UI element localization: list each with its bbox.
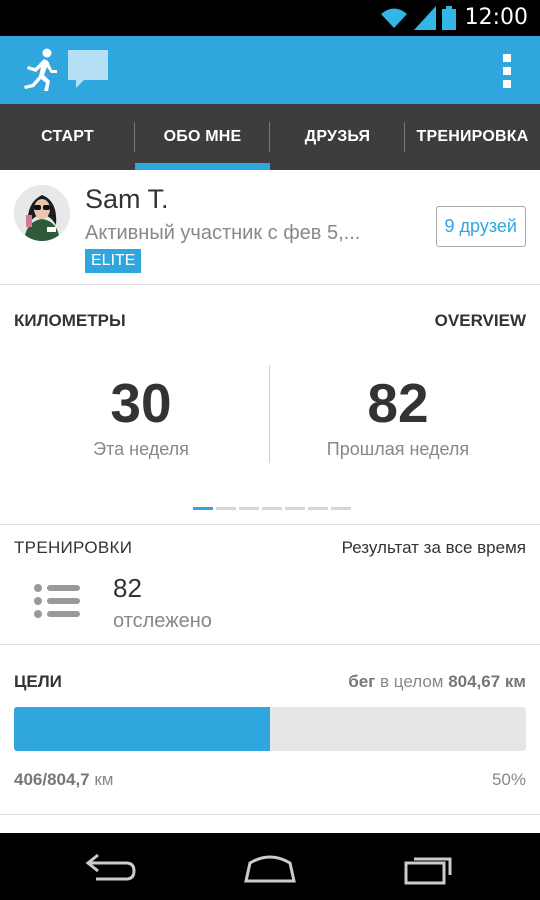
all-time-label: Результат за все время [341,538,526,557]
tab-label: ДРУЗЬЯ [304,128,371,145]
tab-bar: СТАРТ ОБО МНЕ ДРУЗЬЯ ТРЕНИРОВКА [0,104,540,170]
kilometers-section[interactable]: КИЛОМЕТРЫ OVERVIEW 30 Эта неделя 82 Прош… [0,285,540,525]
avatar-image [14,185,70,241]
elite-badge: ELITE [85,249,142,273]
last-week-value: 82 [367,372,429,434]
chat-bubble-icon[interactable] [66,48,110,92]
workouts-title: ТРЕНИРОВКИ [14,538,133,557]
signal-icon [414,6,436,30]
page-dot [331,507,351,510]
goal-summary-middle: в целом [375,672,449,691]
member-since-text: Активный участник с фев 5,... [85,222,361,244]
tab-label: ОБО МНЕ [163,128,242,145]
wifi-icon [381,8,407,28]
this-week-value: 30 [110,372,172,434]
goal-total: 804,67 км [448,672,526,691]
profile-header: Sam T. Активный участник с фев 5,... ELI… [0,170,540,285]
page-dot [285,507,305,510]
goals-title: ЦЕЛИ [14,672,62,691]
status-time: 12:00 [464,5,528,30]
last-week-stat: 82 Прошлая неделя [263,373,533,460]
tab-workout[interactable]: ТРЕНИРОВКА [405,104,540,170]
friends-button[interactable]: 9 друзей [435,206,526,247]
tab-label: СТАРТ [41,128,94,145]
app-bar [0,36,540,104]
overflow-menu-icon[interactable] [502,54,512,88]
overview-label: OVERVIEW [434,311,526,330]
page-dot [193,507,213,510]
workouts-section[interactable]: ТРЕНИРОВКИ Результат за все время 82 отс… [0,525,540,645]
tab-friends[interactable]: ДРУЗЬЯ [270,104,405,170]
goal-progress-bar [14,707,526,751]
tab-about-me[interactable]: ОБО МНЕ [135,104,270,170]
goal-progress-unit: км [89,770,114,789]
system-nav-bar [0,833,540,900]
goal-summary: бег в целом 804,67 км [348,672,526,692]
goal-progress-fill [14,707,270,751]
this-week-label: Эта неделя [93,439,189,459]
page-dot [216,507,236,510]
status-bar: 12:00 [0,0,540,36]
back-icon[interactable] [84,849,140,885]
list-icon [34,584,80,618]
goal-progress-text: 406/804,7 км [14,770,114,790]
last-week-label: Прошлая неделя [326,439,470,459]
tab-label: ТРЕНИРОВКА [416,128,529,145]
page-dot [239,507,259,510]
page-dot [308,507,328,510]
battery-icon [442,6,456,30]
recent-apps-icon[interactable] [402,849,458,885]
profile-name: Sam T. [85,184,169,214]
avatar[interactable] [14,185,70,241]
page-dot [262,507,282,510]
tracked-label: отслежено [113,610,212,632]
this-week-stat: 30 Эта неделя [6,373,276,460]
goal-percent: 50% [491,770,526,789]
status-icons [380,4,456,32]
runner-icon[interactable] [20,48,60,92]
workouts-count: 82 [113,573,142,603]
goals-section[interactable]: ЦЕЛИ бег в целом 804,67 км 406/804,7 км … [0,645,540,815]
home-icon[interactable] [242,849,298,885]
goal-activity: бег [348,672,376,691]
tab-start[interactable]: СТАРТ [0,104,135,170]
page-indicator [193,507,351,510]
kilometers-title: КИЛОМЕТРЫ [14,311,126,330]
goal-progress-done: 406/804,7 [14,770,90,789]
